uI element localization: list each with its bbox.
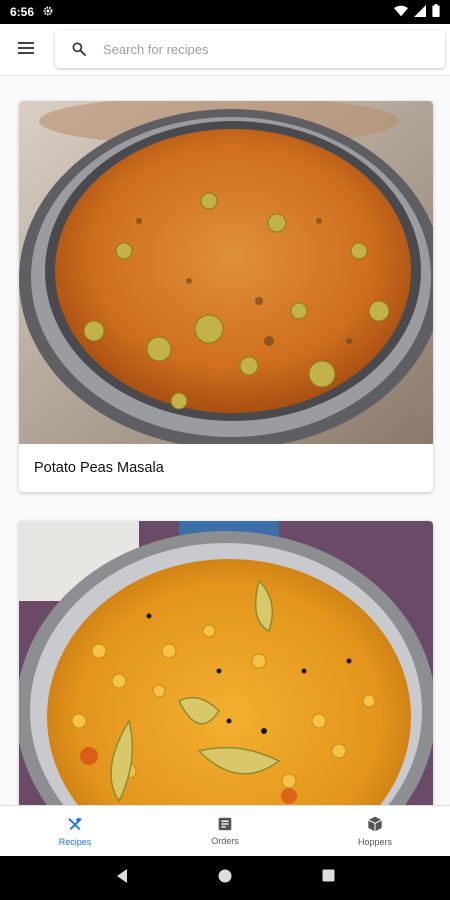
- wifi-icon: [394, 5, 408, 20]
- bottom-navigation: Recipes Orders Hoppers: [0, 805, 450, 856]
- hamburger-menu-icon: [18, 41, 34, 59]
- recipe-card[interactable]: [19, 521, 433, 805]
- search-box[interactable]: [55, 30, 445, 68]
- home-icon[interactable]: [218, 869, 232, 888]
- recipe-image: [19, 521, 433, 805]
- menu-button[interactable]: [0, 24, 52, 76]
- status-bar: 6:56: [0, 0, 450, 24]
- recipe-image: [19, 101, 433, 444]
- app-bar: [0, 24, 450, 76]
- search-icon: [55, 41, 103, 57]
- status-time: 6:56: [10, 5, 35, 19]
- nav-orders-label: Orders: [211, 835, 239, 846]
- settings-gear-icon: [42, 5, 54, 20]
- nav-orders[interactable]: Orders: [150, 806, 300, 856]
- recipe-feed[interactable]: Potato Peas Masala: [0, 80, 450, 805]
- search-input[interactable]: [103, 41, 403, 57]
- system-navigation-bar: [0, 856, 450, 900]
- battery-icon: [432, 4, 440, 20]
- recipe-title: Potato Peas Masala: [34, 460, 164, 476]
- receipt-icon: [218, 817, 232, 833]
- back-icon[interactable]: [115, 868, 129, 889]
- utensils-icon: [67, 816, 83, 834]
- nav-recipes-label: Recipes: [58, 836, 92, 847]
- nav-hoppers-label: Hoppers: [357, 836, 393, 847]
- box-icon: [367, 816, 383, 834]
- signal-icon: [414, 4, 426, 20]
- recipe-card[interactable]: Potato Peas Masala: [19, 101, 433, 492]
- nav-recipes[interactable]: Recipes: [0, 806, 150, 856]
- nav-hoppers[interactable]: Hoppers: [300, 806, 450, 856]
- recents-icon[interactable]: [322, 869, 335, 887]
